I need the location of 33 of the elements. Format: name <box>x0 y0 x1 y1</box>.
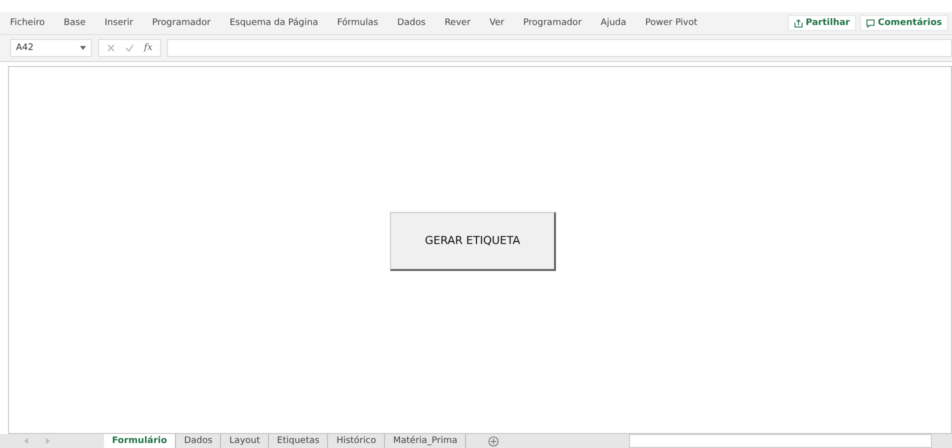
formula-input[interactable] <box>167 39 952 57</box>
ribbon-tab[interactable]: Ficheiro <box>10 18 45 28</box>
ribbon-tab[interactable]: Ajuda <box>600 18 626 28</box>
ribbon-tab[interactable]: Fórmulas <box>337 18 378 28</box>
sheet-tab[interactable]: Layout <box>221 434 270 448</box>
name-box[interactable]: A42 <box>10 39 92 57</box>
share-icon <box>794 18 803 28</box>
sheet-tab[interactable]: Formulário <box>104 434 176 448</box>
sheet-tab[interactable]: Histórico <box>328 434 386 448</box>
function-button[interactable]: fx <box>144 43 152 53</box>
ribbon-tab[interactable]: Dados <box>397 18 426 28</box>
share-button[interactable]: Partilhar <box>788 15 856 31</box>
ribbon-tab[interactable]: Power Pivot <box>645 18 698 28</box>
comment-icon <box>866 18 875 28</box>
sheet-tab[interactable]: Matéria_Prima <box>385 434 466 448</box>
horizontal-scrollbar[interactable] <box>629 434 932 448</box>
sheet-tab[interactable]: Dados <box>176 434 222 448</box>
comments-button[interactable]: Comentários <box>860 15 948 31</box>
ribbon-tab[interactable]: Programador <box>152 18 211 28</box>
ribbon-tab[interactable]: Programador <box>523 18 582 28</box>
ribbon-tab[interactable]: Inserir <box>104 18 134 28</box>
ribbon-tab[interactable]: Ver <box>490 18 504 28</box>
check-icon[interactable] <box>125 44 134 52</box>
ribbon-tab[interactable]: Esquema da Página <box>230 18 318 28</box>
ribbon-tab[interactable]: Rever <box>444 18 471 28</box>
dropdown-icon <box>80 46 86 50</box>
sheet-tab[interactable]: Etiquetas <box>269 434 328 448</box>
generate-label-button[interactable]: GERAR ETIQUETA <box>390 212 556 270</box>
scroll-right-icon[interactable] <box>46 438 50 444</box>
add-sheet-icon[interactable] <box>488 436 500 446</box>
ribbon-tab[interactable]: Base <box>64 18 86 28</box>
scroll-left-icon[interactable] <box>24 438 28 444</box>
cancel-icon[interactable] <box>107 44 115 52</box>
